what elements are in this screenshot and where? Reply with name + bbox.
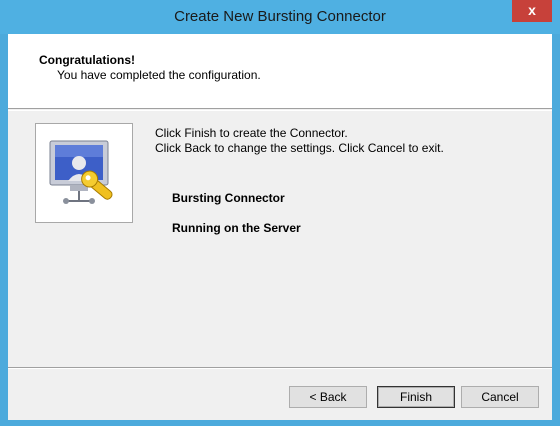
monitor-with-key-icon: [49, 140, 113, 204]
header-panel: Congratulations! You have completed the …: [8, 34, 552, 109]
instruction-line-finish: Click Finish to create the Connector.: [155, 126, 348, 140]
finish-button[interactable]: Finish: [377, 386, 455, 408]
header-subtitle: You have completed the configuration.: [57, 68, 261, 82]
title-bar[interactable]: Create New Bursting Connector x: [0, 0, 560, 34]
wizard-image-panel: [35, 123, 133, 223]
connector-type-label: Bursting Connector: [172, 191, 285, 205]
header-title: Congratulations!: [39, 53, 135, 67]
close-button[interactable]: x: [512, 0, 552, 22]
connector-status-label: Running on the Server: [172, 221, 301, 235]
back-button[interactable]: < Back: [289, 386, 367, 408]
header-divider: [8, 110, 552, 111]
footer-divider-highlight: [8, 368, 552, 369]
instruction-line-back-cancel: Click Back to change the settings. Click…: [155, 141, 444, 155]
dialog-window: Create New Bursting Connector x Congratu…: [0, 0, 560, 426]
cancel-button[interactable]: Cancel: [461, 386, 539, 408]
window-title: Create New Bursting Connector: [174, 8, 386, 25]
dialog-client-area: Congratulations! You have completed the …: [8, 34, 552, 420]
